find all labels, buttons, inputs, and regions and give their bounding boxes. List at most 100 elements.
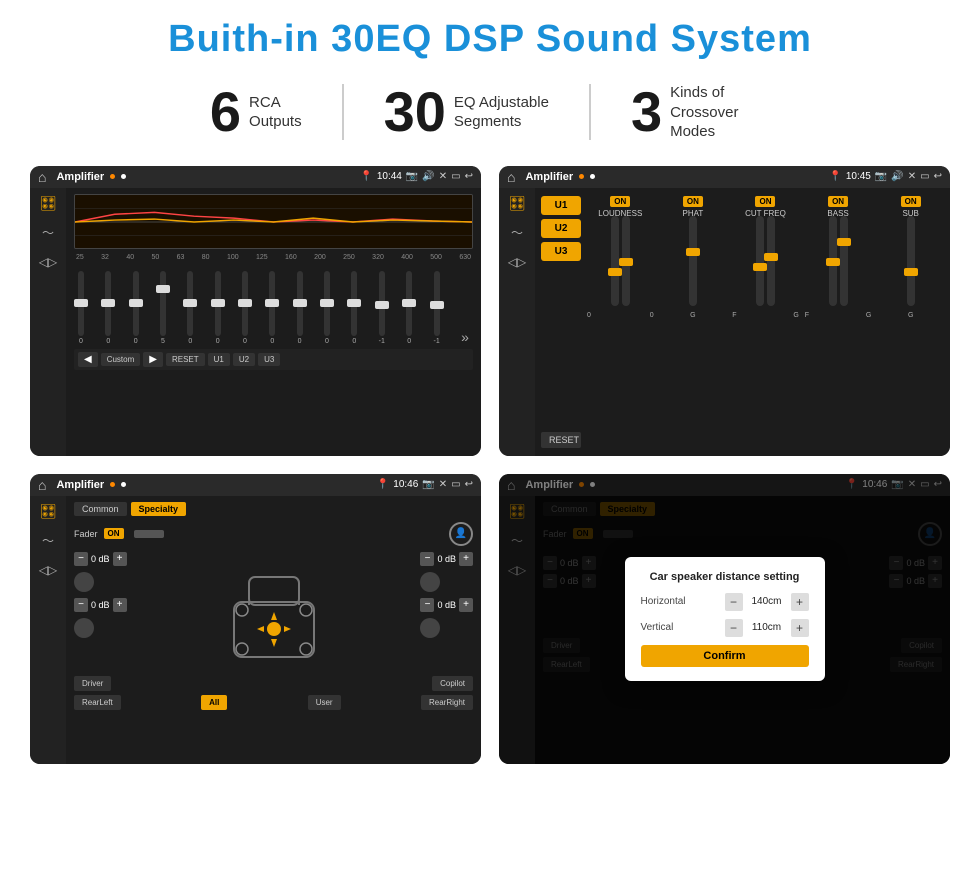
- eq-slider-11[interactable]: -1: [379, 271, 385, 345]
- stats-row: 6 RCA Outputs 30 EQ Adjustable Segments …: [30, 83, 950, 142]
- eq-freq-labels: 25 32 40 50 63 80 100 125 160 200 250 32…: [74, 254, 473, 261]
- eq-slider-6[interactable]: 0: [242, 271, 248, 345]
- cross-plus-fr[interactable]: +: [459, 552, 473, 566]
- dialog-vertical-control: − 110cm +: [725, 619, 809, 637]
- eq-slider-13[interactable]: -1: [434, 271, 440, 345]
- eq-slider-9[interactable]: 0: [324, 271, 330, 345]
- eq-slider-2[interactable]: 0: [133, 271, 139, 345]
- fader-on-badge[interactable]: ON: [104, 528, 124, 539]
- screen-content-amp: 🎛 〜 ◁▷ U1 U2 U3 RESET: [499, 188, 950, 456]
- eq-prev-btn[interactable]: ◀: [78, 352, 98, 367]
- stat-eq: 30 EQ Adjustable Segments: [344, 84, 591, 140]
- eq-u1-btn[interactable]: U1: [208, 353, 230, 366]
- sub-slider[interactable]: [907, 216, 915, 306]
- eq-bottom-bar: ◀ Custom ▶ RESET U1 U2 U3: [74, 349, 473, 370]
- cross-minus-fl[interactable]: −: [74, 552, 88, 566]
- amp-u2-btn[interactable]: U2: [541, 219, 581, 238]
- cutfreq-slider-f[interactable]: [756, 216, 764, 306]
- eq-icon-cross[interactable]: 🎛: [39, 504, 57, 518]
- eq-slider-14: »: [461, 329, 469, 345]
- eq-slider-8[interactable]: 0: [297, 271, 303, 345]
- eq-slider-5[interactable]: 0: [215, 271, 221, 345]
- tab-common[interactable]: Common: [74, 502, 127, 516]
- home-icon-eq[interactable]: ⌂: [38, 169, 46, 185]
- screen-title-cross: Amplifier: [56, 479, 104, 491]
- camera-icon-cross: 📷: [422, 479, 434, 490]
- cross-rearright-btn[interactable]: RearRight: [421, 695, 473, 710]
- cross-minus-rl[interactable]: −: [74, 598, 88, 612]
- amp-u3-btn[interactable]: U3: [541, 242, 581, 261]
- cross-minus-fr[interactable]: −: [420, 552, 434, 566]
- eq-slider-1[interactable]: 0: [105, 271, 111, 345]
- status-icons-cross: 📍 10:46 📷 ✕ ▭ ↩: [377, 479, 473, 490]
- cross-val-fl: 0 dB: [91, 554, 110, 564]
- bass-slider-f[interactable]: [829, 216, 837, 306]
- eq-next-btn[interactable]: ▶: [143, 352, 163, 367]
- volume-side-icon-cross[interactable]: ◁▷: [39, 563, 57, 577]
- cross-user-btn[interactable]: User: [308, 695, 341, 710]
- eq-icon-amp[interactable]: 🎛: [508, 196, 526, 210]
- fader-slider[interactable]: [134, 530, 164, 538]
- eq-slider-0[interactable]: 0: [78, 271, 84, 345]
- side-icons-cross: 🎛 〜 ◁▷: [30, 496, 66, 764]
- tab-specialty[interactable]: Specialty: [131, 502, 187, 516]
- cross-driver-btn[interactable]: Driver: [74, 676, 111, 691]
- dialog-horizontal-control: − 140cm +: [725, 593, 809, 611]
- wave-icon[interactable]: 〜: [42, 224, 54, 241]
- eq-slider-10[interactable]: 0: [351, 271, 357, 345]
- cutfreq-on-badge[interactable]: ON: [755, 196, 775, 207]
- speaker-fr: [420, 572, 440, 592]
- dialog-vertical-label: Vertical: [641, 622, 674, 633]
- eq-panel: 25 32 40 50 63 80 100 125 160 200 250 32…: [66, 188, 481, 456]
- cross-speaker-section: − 0 dB + − 0 dB +: [74, 552, 473, 672]
- loudness-on-badge[interactable]: ON: [610, 196, 630, 207]
- volume-side-icon-amp[interactable]: ◁▷: [508, 255, 526, 269]
- cross-plus-rl[interactable]: +: [113, 598, 127, 612]
- eq-slider-3[interactable]: 5: [160, 271, 166, 345]
- eq-slider-4[interactable]: 0: [187, 271, 193, 345]
- eq-slider-12[interactable]: 0: [406, 271, 412, 345]
- eq-graph: [74, 194, 473, 249]
- loudness-slider-r[interactable]: [622, 216, 630, 306]
- cross-bottom-row1: Driver Copilot: [74, 676, 473, 691]
- horizontal-minus-btn[interactable]: −: [725, 593, 743, 611]
- loudness-slider-l[interactable]: [611, 216, 619, 306]
- back-icon-eq[interactable]: ↩: [465, 171, 473, 182]
- vertical-minus-btn[interactable]: −: [725, 619, 743, 637]
- cross-minus-rr[interactable]: −: [420, 598, 434, 612]
- confirm-button[interactable]: Confirm: [641, 645, 809, 667]
- phat-slider[interactable]: [689, 216, 697, 306]
- cutfreq-slider-g[interactable]: [767, 216, 775, 306]
- volume-side-icon[interactable]: ◁▷: [39, 255, 57, 269]
- car-diagram: [135, 552, 413, 672]
- bass-on-badge[interactable]: ON: [828, 196, 848, 207]
- back-icon-cross[interactable]: ↩: [465, 479, 473, 490]
- eq-u3-btn[interactable]: U3: [258, 353, 280, 366]
- sub-on-badge[interactable]: ON: [901, 196, 921, 207]
- vertical-plus-btn[interactable]: +: [791, 619, 809, 637]
- amp-u1-btn[interactable]: U1: [541, 196, 581, 215]
- cross-plus-rr[interactable]: +: [459, 598, 473, 612]
- cross-rearleft-btn[interactable]: RearLeft: [74, 695, 121, 710]
- eq-icon[interactable]: 🎛: [39, 196, 57, 210]
- wave-icon-amp[interactable]: 〜: [511, 224, 523, 241]
- horizontal-plus-btn[interactable]: +: [791, 593, 809, 611]
- amp-reset-btn[interactable]: RESET: [541, 432, 581, 448]
- home-icon-cross[interactable]: ⌂: [38, 477, 46, 493]
- cross-copilot-btn[interactable]: Copilot: [432, 676, 473, 691]
- cross-db-rl: − 0 dB +: [74, 598, 127, 612]
- speaker-rr: [420, 618, 440, 638]
- status-dot-eq: [110, 174, 115, 179]
- eq-slider-7[interactable]: 0: [269, 271, 275, 345]
- phat-on-badge[interactable]: ON: [683, 196, 703, 207]
- cross-all-btn[interactable]: All: [201, 695, 227, 710]
- bass-slider-g[interactable]: [840, 216, 848, 306]
- eq-u2-btn[interactable]: U2: [233, 353, 255, 366]
- wave-icon-cross[interactable]: 〜: [42, 532, 54, 549]
- eq-reset-btn[interactable]: RESET: [166, 353, 205, 366]
- back-icon-amp[interactable]: ↩: [934, 171, 942, 182]
- cross-plus-fl[interactable]: +: [113, 552, 127, 566]
- stat-number-rca: 6: [210, 84, 241, 140]
- stat-number-eq: 30: [384, 84, 446, 140]
- home-icon-amp[interactable]: ⌂: [507, 169, 515, 185]
